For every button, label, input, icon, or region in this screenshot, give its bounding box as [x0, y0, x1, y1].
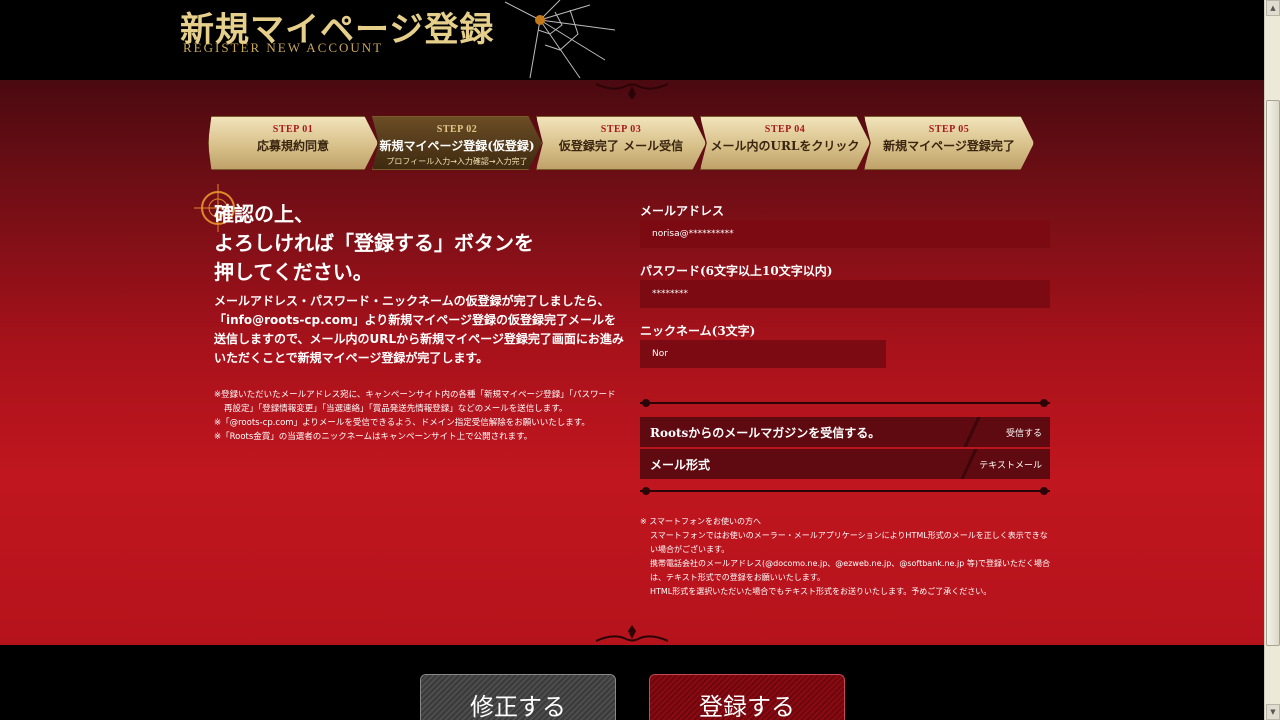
ornament-icon: [596, 83, 668, 100]
note-item: HTML形式を選択いただいた場合でもテキスト形式をお送りいたします。予めご了承く…: [650, 587, 992, 596]
step-04: STEP 04 メール内のURLをクリック: [700, 116, 870, 170]
scroll-thumb[interactable]: [1266, 100, 1280, 646]
nickname-label: ニックネーム(3文字): [640, 324, 756, 338]
registration-notes: ※登録いただいたメールアドレス宛に、キャンペーンサイト内の各種「新規マイページ登…: [214, 388, 624, 444]
separator: [962, 417, 982, 447]
step-label: 新規マイページ登録完了: [883, 139, 1015, 153]
note-item: ※登録いただいたメールアドレス宛に、キャンペーンサイト内の各種「新規マイページ登…: [214, 390, 616, 414]
email-field[interactable]: [640, 220, 1050, 248]
headline-line: 押してください。: [214, 260, 373, 284]
page-footer: 修正する 登録する: [0, 645, 1264, 720]
password-label: パスワード(6文字以上10文字以内): [640, 264, 833, 278]
note-item: スマートフォンではお使いのメーラー・メールアプリケーションによりHTML形式のメ…: [650, 531, 1048, 554]
main-content: STEP 01 応募規約同意 STEP 02 新規マイページ登録(仮登録) プロ…: [0, 80, 1264, 645]
scroll-down-icon[interactable]: ▼: [1266, 704, 1280, 720]
step-05: STEP 05 新規マイページ登録完了: [864, 116, 1034, 170]
step-number: STEP 04: [764, 124, 806, 135]
step-number: STEP 01: [272, 124, 314, 135]
step-02: STEP 02 新規マイページ登録(仮登録) プロフィール入力→入力確認→入力完…: [372, 116, 542, 170]
register-button[interactable]: 登録する: [649, 674, 845, 720]
separator: [959, 449, 980, 479]
note-item: ※ スマートフォンをお使いの方へ: [640, 517, 762, 526]
note-item: 携帯電話会社のメールアドレス(@docomo.ne.jp、@ezweb.ne.j…: [650, 559, 1050, 582]
step-progress: STEP 01 応募規約同意 STEP 02 新規マイページ登録(仮登録) プロ…: [208, 116, 1056, 170]
step-number: STEP 02: [436, 124, 478, 135]
magazine-value: 受信する: [1005, 428, 1042, 439]
page-header: 新規マイページ登録 REGISTER NEW ACCOUNT: [0, 0, 1264, 80]
step-label: 仮登録完了 メール受信: [558, 139, 684, 153]
password-field[interactable]: [640, 280, 1050, 308]
confirm-description: メールアドレス・パスワード・ニックネームの仮登録が完了しましたら、「info@r…: [214, 294, 624, 365]
magazine-label: Rootsからのメールマガジンを受信する。: [650, 425, 881, 440]
page-subtitle: REGISTER NEW ACCOUNT: [183, 40, 384, 55]
email-label: メールアドレス: [640, 204, 725, 218]
headline-line: よろしければ「登録する」ボタンを: [214, 231, 534, 255]
fix-button[interactable]: 修正する: [420, 674, 616, 720]
vertical-scrollbar[interactable]: ▲ ▼: [1264, 0, 1280, 720]
headline-line: 確認の上、: [214, 202, 314, 226]
mail-format-row[interactable]: メール形式 テキストメール: [640, 449, 1050, 479]
step-03: STEP 03 仮登録完了 メール受信: [536, 116, 706, 170]
step-label: 新規マイページ登録(仮登録): [379, 139, 535, 153]
scroll-up-icon[interactable]: ▲: [1266, 0, 1280, 16]
step-label: メール内のURLをクリック: [710, 139, 860, 153]
magazine-option-row[interactable]: Rootsからのメールマガジンを受信する。 受信する: [640, 417, 1050, 447]
confirm-headline: 確認の上、 よろしければ「登録する」ボタンを 押してください。: [214, 200, 534, 287]
registration-form: メールアドレス パスワード(6文字以上10文字以内) ニックネーム(3文字): [640, 202, 1050, 382]
note-item: ※「Roots金賞」の当選者のニックネームはキャンペーンサイト上で公開されます。: [214, 432, 533, 442]
shattered-glass-icon: [504, 0, 616, 79]
nickname-field[interactable]: [640, 340, 886, 368]
step-number: STEP 03: [600, 124, 642, 135]
smartphone-notes: ※ スマートフォンをお使いの方へ スマートフォンではお使いのメーラー・メールアプ…: [640, 515, 1050, 599]
step-sublabel: プロフィール入力→入力確認→入力完了: [386, 157, 528, 166]
ornament-icon: [596, 625, 668, 642]
step-label: 応募規約同意: [256, 139, 329, 153]
step-01: STEP 01 応募規約同意: [208, 116, 378, 170]
mail-format-value: テキストメール: [979, 460, 1042, 471]
note-item: ※「@roots-cp.com」よりメールを受信できるよう、ドメイン指定受信解除…: [214, 418, 590, 428]
step-number: STEP 05: [928, 124, 970, 135]
divider-ornament-icon: [640, 399, 1050, 407]
divider-ornament-icon: [640, 487, 1050, 495]
mail-format-label: メール形式: [650, 457, 711, 472]
